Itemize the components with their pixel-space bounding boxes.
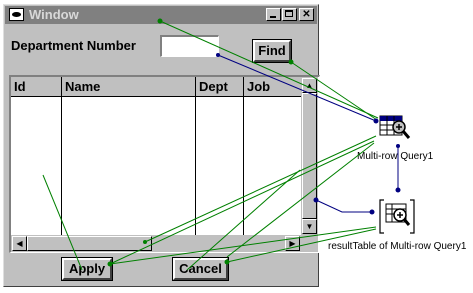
scroll-down-button[interactable]: ▼ — [302, 219, 317, 234]
scroll-up-button[interactable]: ▲ — [302, 78, 317, 93]
connection-endpoint — [396, 144, 400, 148]
window-title: Window — [29, 7, 79, 22]
results-table[interactable]: Id Name Dept Job ▲ ▼ ◀ ▶ — [9, 75, 320, 253]
department-number-input[interactable] — [160, 35, 219, 57]
column-header-name[interactable]: Name — [62, 77, 196, 97]
column-divider — [195, 97, 196, 235]
maximize-button[interactable] — [282, 8, 297, 21]
table-header: Id Name Dept Job — [11, 77, 301, 97]
canvas: Window ✕ Department Number Find Id Name … — [0, 0, 473, 293]
column-header-job[interactable]: Job — [244, 77, 301, 97]
horizontal-scroll-thumb[interactable] — [27, 236, 152, 251]
connection-endpoint — [369, 209, 375, 215]
vertical-scrollbar[interactable]: ▲ ▼ — [301, 77, 318, 235]
result-table-icon[interactable] — [378, 197, 416, 237]
vertical-scroll-thumb[interactable] — [302, 93, 317, 219]
window: Window ✕ Department Number Find Id Name … — [3, 4, 320, 287]
apply-button[interactable]: Apply — [61, 257, 113, 281]
title-bar[interactable]: Window ✕ — [5, 6, 317, 24]
close-button[interactable]: ✕ — [299, 8, 314, 21]
column-header-dept[interactable]: Dept — [196, 77, 244, 97]
column-divider — [61, 97, 62, 235]
connection-endpoint — [395, 187, 401, 193]
cancel-button[interactable]: Cancel — [172, 257, 229, 281]
window-icon — [9, 8, 24, 21]
result-query-label: resultTable of Multi-row Query1 — [328, 241, 467, 252]
connection-line — [315, 199, 372, 213]
scrollbar-corner — [301, 235, 318, 252]
query-label: Multi-row Query1 — [357, 151, 434, 162]
minimize-button[interactable] — [266, 8, 281, 21]
department-number-label: Department Number — [11, 38, 136, 53]
scroll-right-button[interactable]: ▶ — [285, 236, 300, 251]
query-table-icon[interactable] — [378, 113, 412, 143]
scroll-left-button[interactable]: ◀ — [12, 236, 27, 251]
horizontal-scrollbar[interactable]: ◀ ▶ — [11, 235, 301, 252]
column-header-id[interactable]: Id — [11, 77, 62, 97]
column-divider — [243, 97, 244, 235]
find-button[interactable]: Find — [252, 39, 292, 63]
